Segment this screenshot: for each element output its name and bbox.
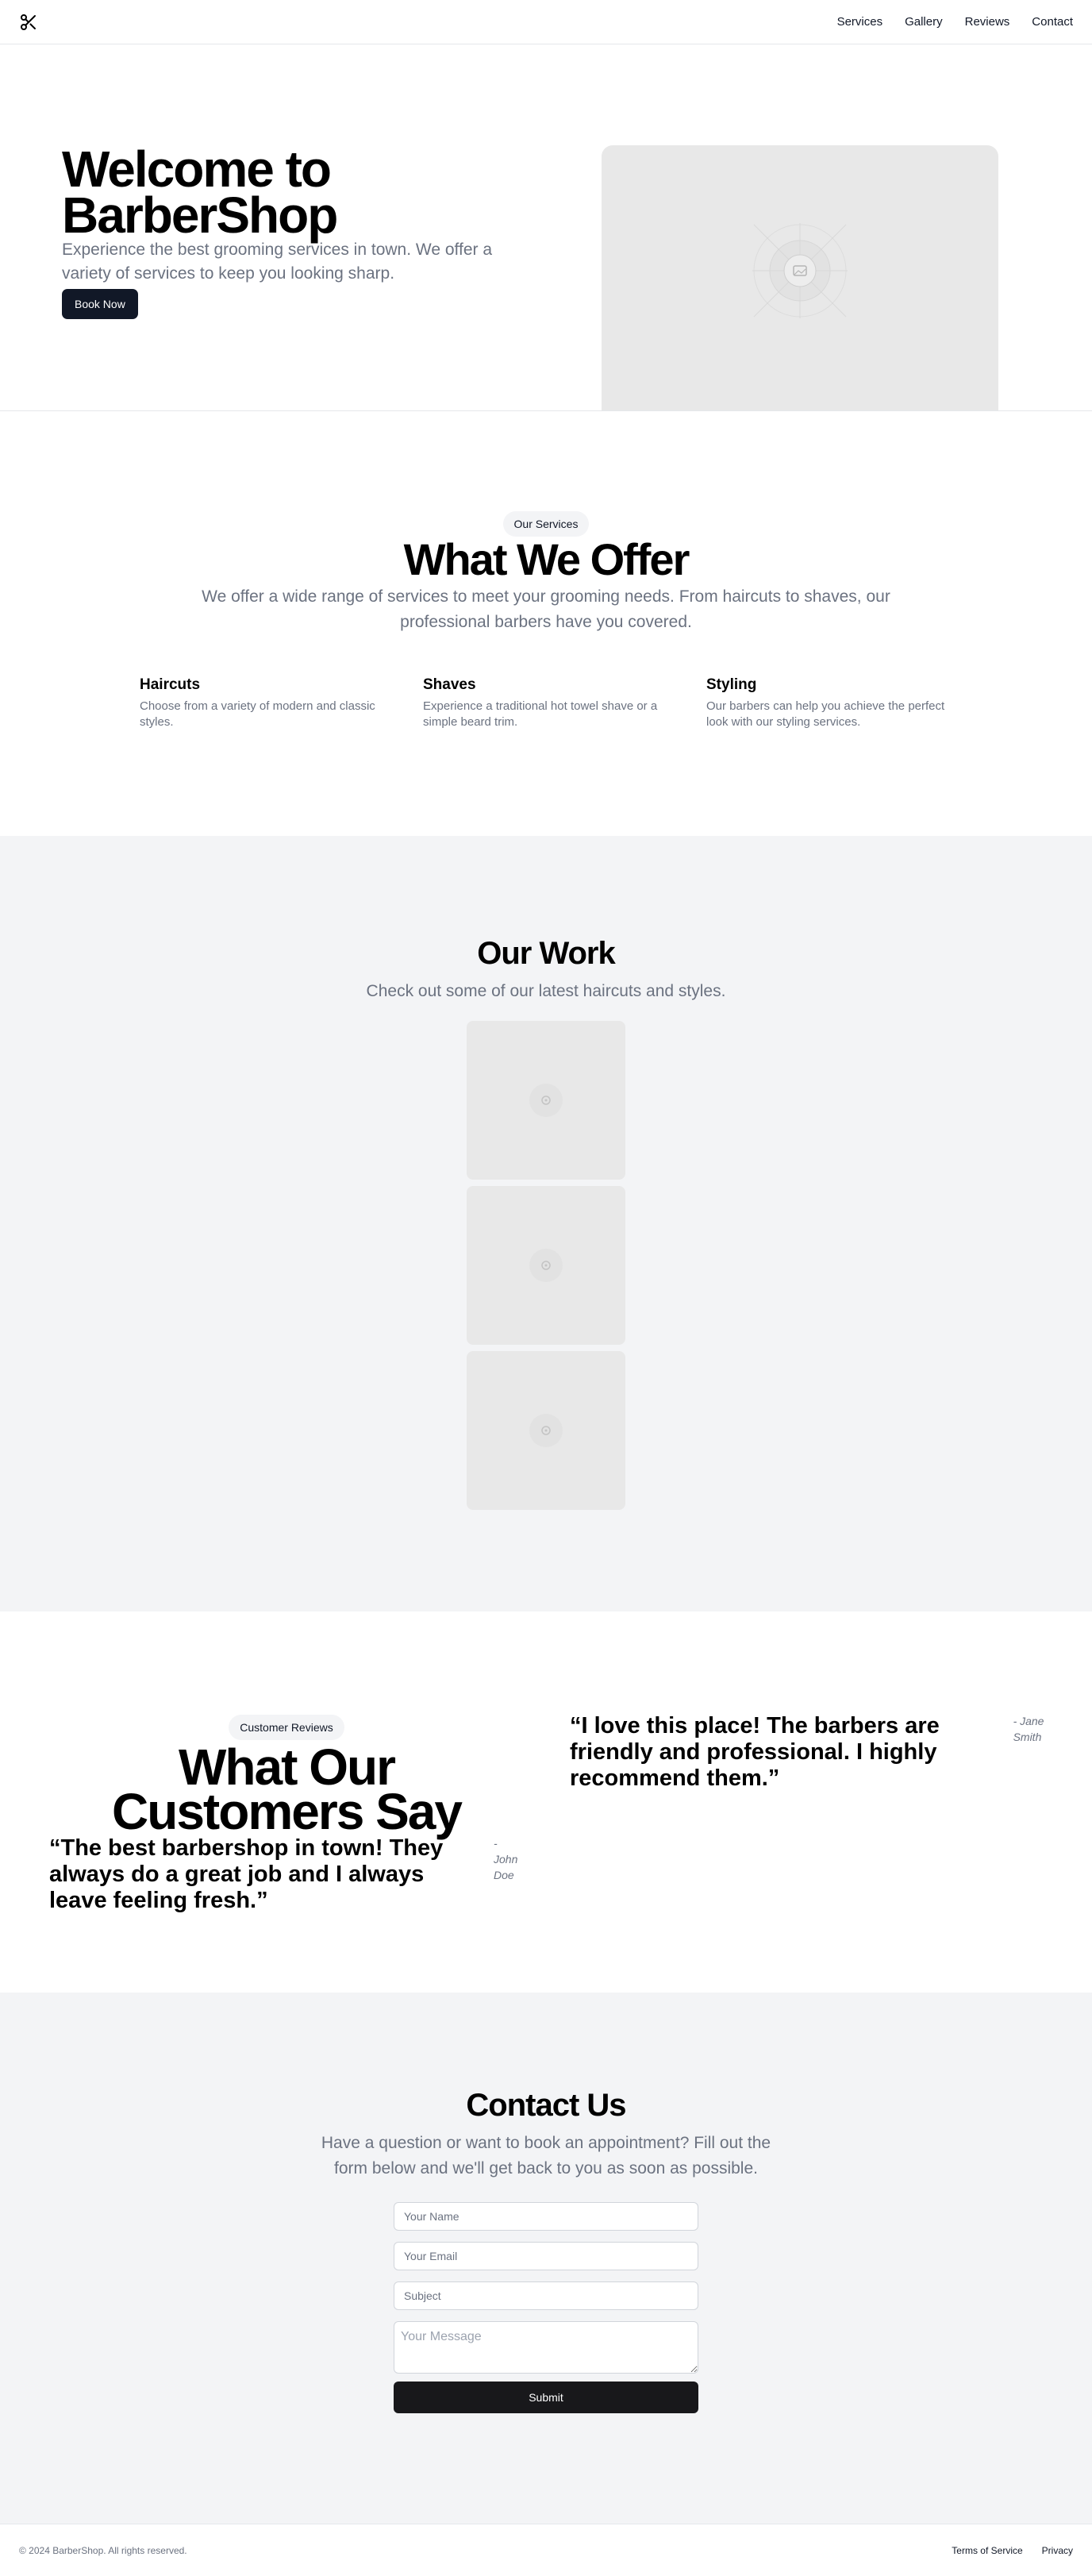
reviews-intro: Customer Reviews What Our Customers Say …: [49, 1715, 524, 1914]
service-card-haircuts: Haircuts Choose from a variety of modern…: [140, 675, 380, 730]
services-badge: Our Services: [502, 511, 590, 537]
image-placeholder-icon: [529, 1414, 563, 1447]
nav-link-gallery[interactable]: Gallery: [905, 15, 943, 29]
book-now-button[interactable]: Book Now: [62, 289, 138, 319]
testimonial-author: - Jane Smith: [1013, 1715, 1044, 1743]
hero-section: Welcome to BarberShop Experience the bes…: [0, 44, 1092, 411]
hero-title: Welcome to BarberShop: [62, 141, 338, 244]
nav-link-reviews[interactable]: Reviews: [965, 15, 1010, 29]
services-title: What We Offer: [403, 534, 690, 584]
footer-nav: Terms of Service Privacy: [952, 2545, 1073, 2556]
nav-link-services[interactable]: Services: [837, 15, 883, 29]
service-grid: Haircuts Choose from a variety of modern…: [140, 675, 947, 730]
testimonial-quote: “I love this place! The barbers are frie…: [570, 1713, 940, 1791]
image-placeholder-icon: [752, 223, 848, 318]
service-description: Our barbers can help you achieve the per…: [706, 699, 945, 729]
service-title: Shaves: [423, 676, 476, 693]
testimonial: “The best barbershop in town! They alway…: [49, 1835, 524, 1914]
privacy-link[interactable]: Privacy: [1042, 2545, 1073, 2556]
subject-input[interactable]: [394, 2281, 698, 2310]
contact-form: Submit: [394, 2202, 698, 2413]
nav-link-contact[interactable]: Contact: [1032, 15, 1073, 29]
reviews-secondary: “I love this place! The barbers are frie…: [570, 1713, 1046, 1792]
service-title: Styling: [706, 676, 757, 693]
hero-subtitle: Experience the best grooming services in…: [62, 241, 493, 283]
service-description: Choose from a variety of modern and clas…: [140, 699, 375, 729]
service-description: Experience a traditional hot towel shave…: [423, 699, 658, 729]
site-footer: © 2024 BarberShop. All rights reserved. …: [0, 2524, 1092, 2576]
testimonial-author: - John Doe: [494, 1837, 518, 1881]
terms-link[interactable]: Terms of Service: [952, 2545, 1022, 2556]
email-input[interactable]: [394, 2242, 698, 2270]
gallery-image[interactable]: [467, 1186, 625, 1345]
gallery-image[interactable]: [467, 1351, 625, 1510]
hero-text: Welcome to BarberShop Experience the bes…: [62, 141, 522, 319]
reviews-badge: Customer Reviews: [229, 1715, 344, 1740]
main-nav: Services Gallery Reviews Contact: [837, 15, 1073, 29]
service-card-styling: Styling Our barbers can help you achieve…: [706, 675, 947, 730]
reviews-section: Customer Reviews What Our Customers Say …: [0, 1611, 1092, 1993]
contact-section: Contact Us Have a question or want to bo…: [0, 1993, 1092, 2524]
service-card-shaves: Shaves Experience a traditional hot towe…: [423, 675, 663, 730]
name-input[interactable]: [394, 2202, 698, 2231]
services-subtitle: We offer a wide range of services to mee…: [202, 587, 890, 631]
message-textarea[interactable]: [394, 2321, 698, 2374]
scissors-icon: [21, 13, 36, 30]
site-header: Services Gallery Reviews Contact: [0, 0, 1092, 44]
gallery-title: Our Work: [477, 936, 616, 971]
gallery-image[interactable]: [467, 1021, 625, 1180]
gallery-section: Our Work Check out some of our latest ha…: [0, 836, 1092, 1611]
contact-title: Contact Us: [466, 2088, 626, 2123]
gallery-subtitle: Check out some of our latest haircuts an…: [366, 982, 726, 1000]
service-title: Haircuts: [140, 676, 201, 693]
testimonial: “I love this place! The barbers are frie…: [570, 1713, 1046, 1792]
image-placeholder-icon: [529, 1249, 563, 1282]
testimonial-quote: “The best barbershop in town! They alway…: [49, 1835, 444, 1913]
logo-link[interactable]: [19, 13, 38, 32]
gallery-list: [467, 1021, 625, 1516]
image-placeholder-icon: [529, 1084, 563, 1117]
services-section: Our Services What We Offer We offer a wi…: [0, 411, 1092, 836]
copyright-text: © 2024 BarberShop. All rights reserved.: [19, 2544, 187, 2556]
reviews-title: What Our Customers Say: [112, 1739, 463, 1840]
hero-image: [602, 145, 998, 410]
contact-subtitle: Have a question or want to book an appoi…: [321, 2134, 771, 2177]
submit-button[interactable]: Submit: [394, 2382, 698, 2413]
